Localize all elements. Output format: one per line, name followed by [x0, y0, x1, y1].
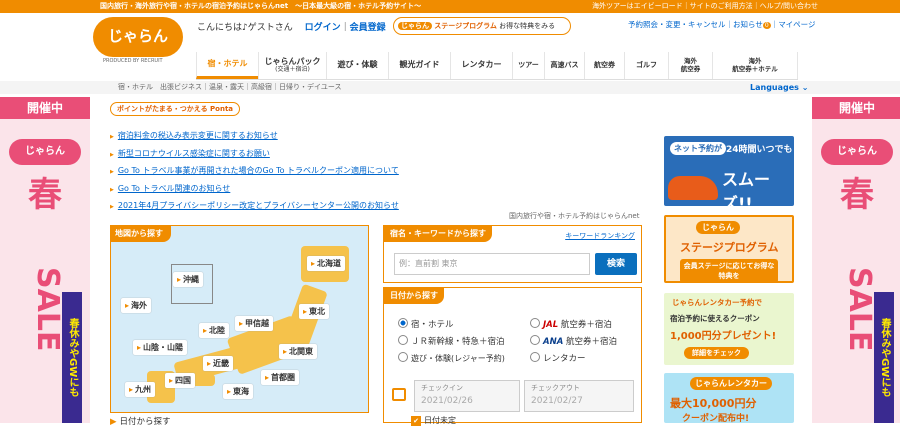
mypage-link[interactable]: マイページ — [778, 20, 815, 29]
stage-label: ステージプログラム — [434, 22, 497, 30]
jal-logo: JAL — [543, 320, 559, 330]
top-bar: 国内旅行・海外旅行や宿・ホテルの宿泊予約はじゃらんnet 〜日本最大級の宿・ホテ… — [0, 0, 900, 13]
banner-spring: 春 — [840, 175, 874, 215]
region-kyushu[interactable]: 九州 — [125, 382, 156, 397]
reservation-link[interactable]: 予約照会・変更・キャンセル — [628, 20, 726, 29]
tab-golf[interactable]: ゴルフ — [624, 52, 668, 79]
greeting-text: こんにちは♪ゲストさん — [197, 23, 293, 33]
tab-hotel[interactable]: 宿・ホテル — [196, 52, 258, 79]
stage-text: お得な特典をみる — [499, 22, 556, 30]
tab-jalan-pack[interactable]: じゃらんパック (交通＋宿泊) — [258, 52, 326, 79]
ponta-badge[interactable]: ポイントがたまる・つかえる Ponta — [110, 102, 241, 116]
banner-head: 開催中 — [812, 97, 900, 119]
jalan-logo[interactable]: じゃらん — [93, 17, 183, 57]
keyword-header: 宿名・キーワードから探す — [384, 226, 492, 242]
keyword-ranking-link[interactable]: キーワードランキング — [565, 231, 635, 241]
car-image — [668, 176, 718, 200]
news-item[interactable]: Go To トラベル事業が再開された場合のGo To トラベルクーポン適用につい… — [110, 163, 399, 181]
header-right-links: 予約照会・変更・キャンセル｜お知らせ 0 ｜マイページ — [628, 20, 816, 29]
radio-activities[interactable]: 遊び・体験(レジャー予約) — [398, 352, 505, 364]
banner-badge: じゃらん — [821, 139, 893, 165]
main-nav: 宿・ホテル じゃらんパック (交通＋宿泊) 遊び・体験 観光ガイド レンタカー ツ… — [196, 52, 798, 80]
greeting-area: こんにちは♪ゲストさん ログイン｜会員登録 — [197, 23, 386, 33]
radio-jr-hotel[interactable]: ＪＲ新幹線・特急＋宿泊 — [398, 335, 505, 347]
top-bar-tagline: 国内旅行・海外旅行や宿・ホテルの宿泊予約はじゃらんnet 〜日本最大級の宿・ホテ… — [100, 2, 422, 10]
ana-logo: ANA — [543, 337, 564, 347]
region-shikoku[interactable]: 四国 — [165, 373, 196, 388]
left-sale-banner[interactable]: 開催中 じゃらん 春 SALE 春休みやGWにも — [0, 97, 90, 423]
register-link[interactable]: 会員登録 — [350, 23, 386, 33]
sub-nav-links[interactable]: 宿・ホテル 出張ビジネス｜温泉・露天｜高級宿｜日帰り・デイユース — [118, 81, 342, 94]
news-list: 宿泊料金の税込み表示変更に関するお知らせ 新型コロナウイルス感染症に関するお願い… — [110, 128, 399, 216]
tab-tour[interactable]: ツアー — [512, 52, 544, 79]
keyword-input[interactable]: 例：直前割 東京 — [394, 253, 590, 275]
notice-count-badge: 0 — [762, 22, 771, 29]
date-undecided-checkbox[interactable]: 日付未定 — [411, 415, 456, 426]
radio-ana-hotel[interactable]: ANA 航空券＋宿泊 — [530, 335, 617, 347]
ad-stage-program[interactable]: じゃらん ステージプログラム 会員ステージに応じてお得な特典を — [664, 215, 794, 283]
date-header: 日付から探す — [384, 288, 444, 304]
checkout-field[interactable]: チェックアウト 2021/02/27 — [524, 380, 634, 412]
notice-link[interactable]: お知らせ — [733, 20, 763, 29]
right-sale-banner[interactable]: 開催中 じゃらん 春 SALE 春休みやGWにも — [812, 97, 900, 423]
region-overseas[interactable]: 海外 — [121, 298, 152, 313]
banner-vertical-text: 春休みやGWにも — [874, 292, 894, 423]
search-button[interactable]: 検索 — [595, 253, 637, 275]
region-okinawa[interactable]: 沖縄 — [173, 272, 204, 287]
map-header: 地図から探す — [111, 226, 171, 242]
languages-dropdown[interactable]: Languages ⌄ — [750, 81, 808, 94]
stage-tag: じゃらん — [398, 22, 432, 30]
radio-rentacar[interactable]: レンタカー — [530, 352, 586, 364]
region-tohoku[interactable]: 東北 — [299, 304, 330, 319]
region-kitakanto[interactable]: 北関東 — [279, 344, 318, 359]
site-caption: 国内旅行や宿・ホテル予約はじゃらんnet — [509, 212, 640, 220]
chevron-down-icon: ⌄ — [801, 83, 809, 92]
news-item[interactable]: 2021年4月プライバシーポリシー改定とプライバシーセンター公開のお知らせ — [110, 198, 399, 216]
news-item[interactable]: 新型コロナウイルス感染症に関するお願い — [110, 146, 399, 164]
tab-guide[interactable]: 観光ガイド — [388, 52, 450, 79]
region-tokai[interactable]: 東海 — [223, 384, 254, 399]
region-koshinetsu[interactable]: 甲信越 — [235, 316, 274, 331]
banner-sale: SALE — [842, 267, 877, 352]
radio-hotel[interactable]: 宿・ホテル — [398, 318, 454, 330]
top-bar-links[interactable]: 海外ツアーはエイビーロード｜サイトのご利用方法｜ヘルプ/問い合わせ — [592, 0, 818, 13]
ad-24h-booking[interactable]: ネット予約が 24時間いつでも スムーズ!! — [664, 136, 794, 206]
stage-program-pill[interactable]: じゃらん ステージプログラム お得な特典をみる — [393, 17, 571, 35]
checkin-field[interactable]: チェックイン 2021/02/26 — [414, 380, 520, 412]
banner-badge: じゃらん — [9, 139, 81, 165]
ad-rentacar-10000[interactable]: じゃらんレンタカー 最大10,000円分 クーポン配布中! — [664, 373, 794, 423]
news-item[interactable]: Go To トラベル関連のお知らせ — [110, 181, 399, 199]
region-kinki[interactable]: 近畿 — [203, 356, 234, 371]
date-search-panel: 日付から探す 宿・ホテル JAL 航空券＋宿泊 ＪＲ新幹線・特急＋宿泊 ANA … — [383, 287, 642, 426]
region-hokkaido[interactable]: 北海道 — [307, 256, 346, 271]
tab-intl-air-hotel[interactable]: 海外 航空券＋ホテル — [712, 52, 798, 79]
banner-sale: SALE — [30, 267, 65, 352]
tab-air[interactable]: 航空券 — [584, 52, 624, 79]
ad-rentacar-coupon[interactable]: じゃらんレンタカー予約で 宿泊予約に使えるクーポン 1,000円分プレゼント! … — [664, 293, 794, 365]
date-search-link[interactable]: 日付から探す — [110, 415, 171, 427]
tab-activities[interactable]: 遊び・体験 — [326, 52, 388, 79]
sub-nav: 宿・ホテル 出張ビジネス｜温泉・露天｜高級宿｜日帰り・デイユース Languag… — [0, 81, 900, 94]
calendar-icon[interactable] — [392, 388, 406, 401]
banner-vertical-text: 春休みやGWにも — [62, 292, 82, 423]
logo-subtitle: PRODUCED BY RECRUIT — [103, 58, 163, 64]
keyword-search-panel: 宿名・キーワードから探す キーワードランキング 例：直前割 東京 検索 — [383, 225, 642, 283]
tab-intl-air[interactable]: 海外 航空券 — [668, 52, 712, 79]
region-shutoken[interactable]: 首都圏 — [261, 370, 300, 385]
login-link[interactable]: ログイン — [305, 23, 341, 33]
banner-spring: 春 — [28, 175, 62, 215]
banner-head: 開催中 — [0, 97, 90, 119]
tab-rentacar[interactable]: レンタカー — [450, 52, 512, 79]
radio-jal-hotel[interactable]: JAL 航空券＋宿泊 — [530, 318, 612, 330]
region-hokuriku[interactable]: 北陸 — [199, 323, 230, 338]
map-search-panel: 地図から探す 沖縄 北海道 海外 東北 北陸 甲信越 山陰・山陽 北関東 近畿 … — [110, 225, 369, 413]
region-sanin-sanyo[interactable]: 山陰・山陽 — [133, 340, 188, 355]
news-item[interactable]: 宿泊料金の税込み表示変更に関するお知らせ — [110, 128, 399, 146]
tab-bus[interactable]: 高速バス — [544, 52, 584, 79]
